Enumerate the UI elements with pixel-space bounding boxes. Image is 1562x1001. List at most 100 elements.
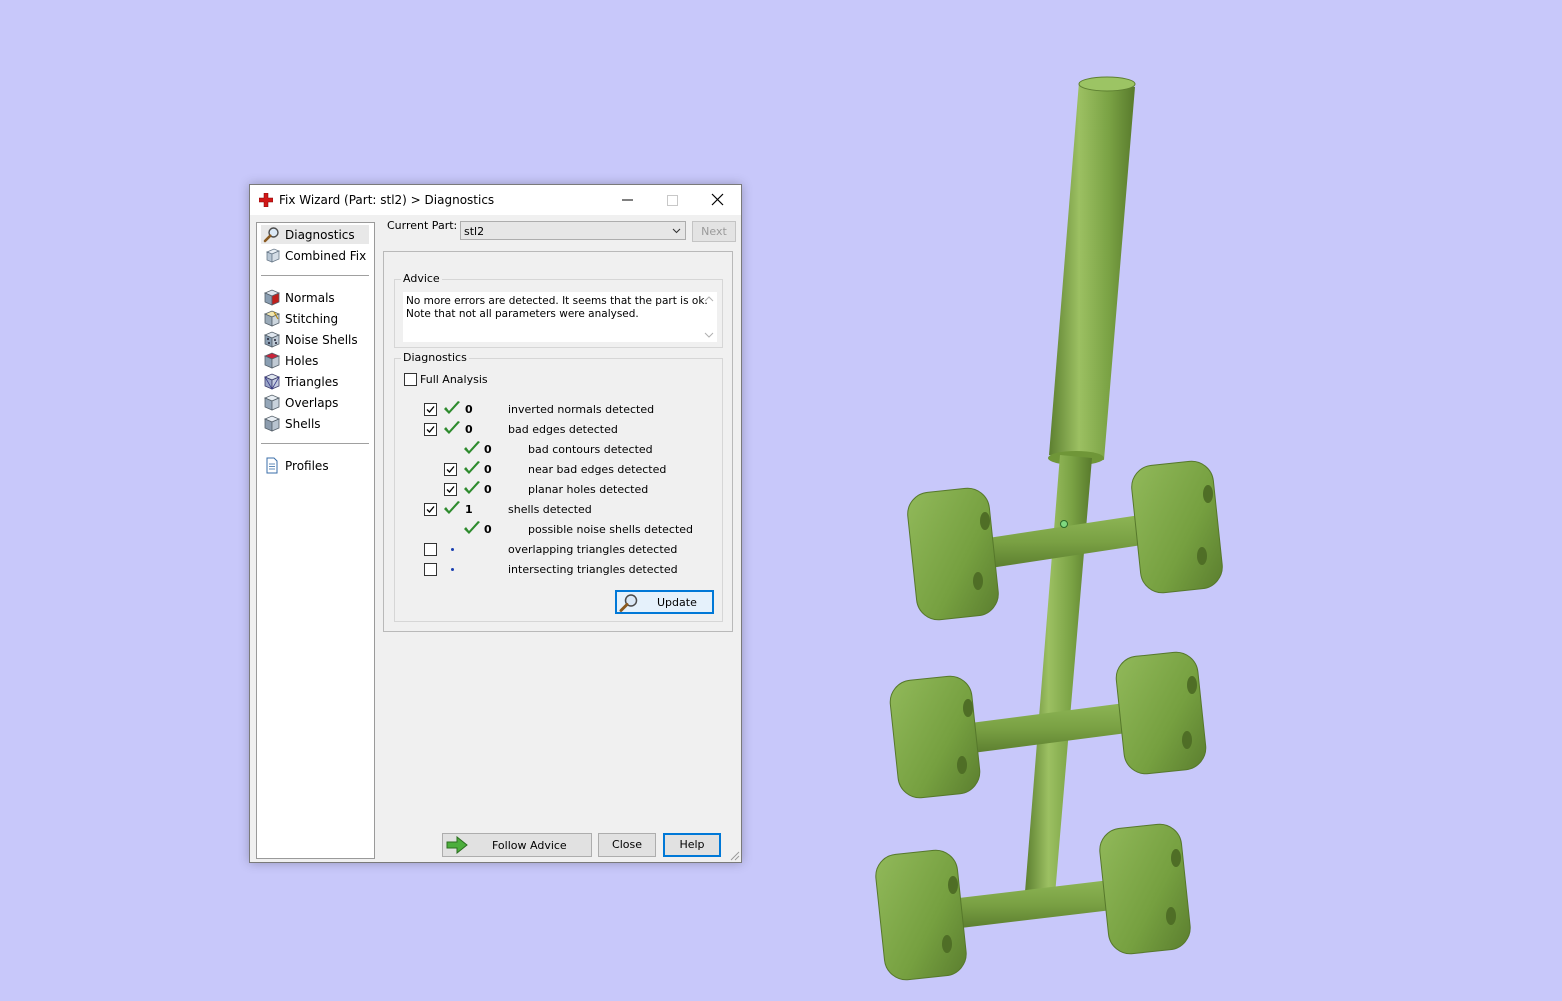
3d-viewport[interactable] (0, 0, 1562, 1001)
maximize-icon (667, 195, 678, 206)
ok-check-icon (444, 401, 460, 414)
help-label: Help (679, 838, 705, 851)
combined-fix-icon (265, 248, 280, 263)
nav-item-triangles[interactable]: Triangles (261, 372, 369, 391)
row-count: 0 (484, 523, 492, 536)
advice-group: Advice No more errors are detected. It s… (394, 272, 723, 348)
close-icon (711, 193, 724, 206)
row-count: 0 (465, 403, 473, 416)
chevron-down-icon (672, 228, 681, 234)
update-button[interactable]: Update (615, 590, 714, 614)
magnifier-icon (619, 594, 638, 612)
row-label: shells detected (508, 503, 592, 516)
follow-advice-label: Follow Advice (492, 839, 567, 852)
window-title: Fix Wizard (Part: stl2) > Diagnostics (279, 193, 495, 207)
nav-label: Profiles (285, 459, 329, 473)
row-label: bad edges detected (508, 423, 618, 436)
close-label: Close (612, 838, 642, 851)
model-wheel (889, 675, 981, 799)
nav-label: Noise Shells (285, 333, 358, 347)
pivot-point[interactable] (1060, 520, 1068, 528)
scroll-up-icon (704, 296, 714, 302)
model-wheel (1099, 823, 1191, 955)
row-count: 0 (465, 423, 473, 436)
model-wheel (1115, 651, 1207, 775)
nav-item-stitching[interactable]: Stitching (261, 309, 369, 328)
nav-divider (261, 275, 369, 276)
holes-cube-icon (263, 352, 280, 369)
maximize-button[interactable] (650, 185, 695, 215)
triangles-cube-icon (263, 373, 280, 390)
bad-edges-checkbox[interactable] (424, 423, 437, 436)
not-analysed-dot-icon (451, 548, 454, 551)
magnifier-icon (263, 227, 279, 243)
current-part-select[interactable]: stl2 (460, 221, 686, 240)
model-wheel (907, 487, 999, 621)
nav-label: Stitching (285, 312, 339, 326)
intersecting-triangles-checkbox[interactable] (424, 563, 437, 576)
fix-wizard-dialog: Fix Wizard (Part: stl2) > Diagnostics Di… (249, 184, 742, 863)
checkmark-icon (446, 486, 455, 493)
full-analysis-checkbox[interactable] (404, 373, 417, 386)
nav-label: Holes (285, 354, 319, 368)
diagnostics-group: Diagnostics Full Analysis 0 inverted nor… (394, 351, 723, 622)
row-label: planar holes detected (528, 483, 649, 496)
nav-divider (261, 443, 369, 444)
close-button[interactable]: Close (598, 833, 656, 857)
normals-cube-icon (263, 289, 280, 306)
red-cross-icon (259, 193, 273, 207)
inverted-normals-checkbox[interactable] (424, 403, 437, 416)
row-label: overlapping triangles detected (508, 543, 678, 556)
nav-item-holes[interactable]: Holes (261, 351, 369, 370)
ok-check-icon (444, 501, 460, 514)
model-wheel (875, 849, 967, 981)
noise-shells-icon (263, 331, 280, 348)
current-part-label: Current Part: (387, 219, 458, 232)
row-count: 0 (484, 443, 492, 456)
nav-label: Overlaps (285, 396, 339, 410)
advice-title: Advice (401, 272, 442, 285)
ok-check-icon (464, 481, 480, 494)
row-label: near bad edges detected (528, 463, 667, 476)
resize-grip-icon[interactable] (729, 850, 740, 861)
near-bad-edges-checkbox[interactable] (444, 463, 457, 476)
profiles-document-icon (266, 457, 278, 474)
overlaps-cube-icon (263, 394, 280, 411)
next-button[interactable]: Next (692, 221, 736, 242)
nav-item-diagnostics[interactable]: Diagnostics (261, 225, 369, 244)
mesh-model[interactable] (874, 76, 1225, 982)
checkmark-icon (426, 506, 435, 513)
ok-check-icon (464, 441, 480, 454)
advice-text-box[interactable]: No more errors are detected. It seems th… (403, 292, 717, 342)
nav-item-overlaps[interactable]: Overlaps (261, 393, 369, 412)
close-window-button[interactable] (695, 185, 740, 215)
nav-item-combined-fix[interactable]: Combined Fix (261, 246, 369, 265)
minimize-button[interactable] (605, 185, 650, 215)
nav-item-normals[interactable]: Normals (261, 288, 369, 307)
overlapping-triangles-checkbox[interactable] (424, 543, 437, 556)
advice-line-1: No more errors are detected. It seems th… (406, 295, 708, 307)
follow-advice-button[interactable]: Follow Advice (442, 833, 592, 857)
full-analysis-label: Full Analysis (420, 373, 488, 386)
shells-checkbox[interactable] (424, 503, 437, 516)
nav-item-profiles[interactable]: Profiles (261, 456, 369, 475)
green-arrow-right-icon (446, 836, 468, 854)
row-label: possible noise shells detected (528, 523, 694, 536)
nav-label: Diagnostics (285, 228, 355, 242)
ok-check-icon (444, 421, 460, 434)
scroll-down-icon (704, 332, 714, 338)
advice-scrollbar[interactable] (701, 292, 717, 342)
nav-label: Triangles (285, 375, 339, 389)
title-bar[interactable]: Fix Wizard (Part: stl2) > Diagnostics (250, 185, 741, 215)
stitching-cube-icon (263, 310, 280, 327)
help-button[interactable]: Help (663, 833, 721, 857)
update-label: Update (657, 596, 697, 609)
checkmark-icon (446, 466, 455, 473)
nav-item-noise-shells[interactable]: Noise Shells (261, 330, 369, 349)
nav-item-shells[interactable]: Shells (261, 414, 369, 433)
row-count: 0 (484, 463, 492, 476)
nav-label: Shells (285, 417, 321, 431)
model-shaft (1025, 455, 1092, 895)
planar-holes-checkbox[interactable] (444, 483, 457, 496)
checkmark-icon (426, 406, 435, 413)
